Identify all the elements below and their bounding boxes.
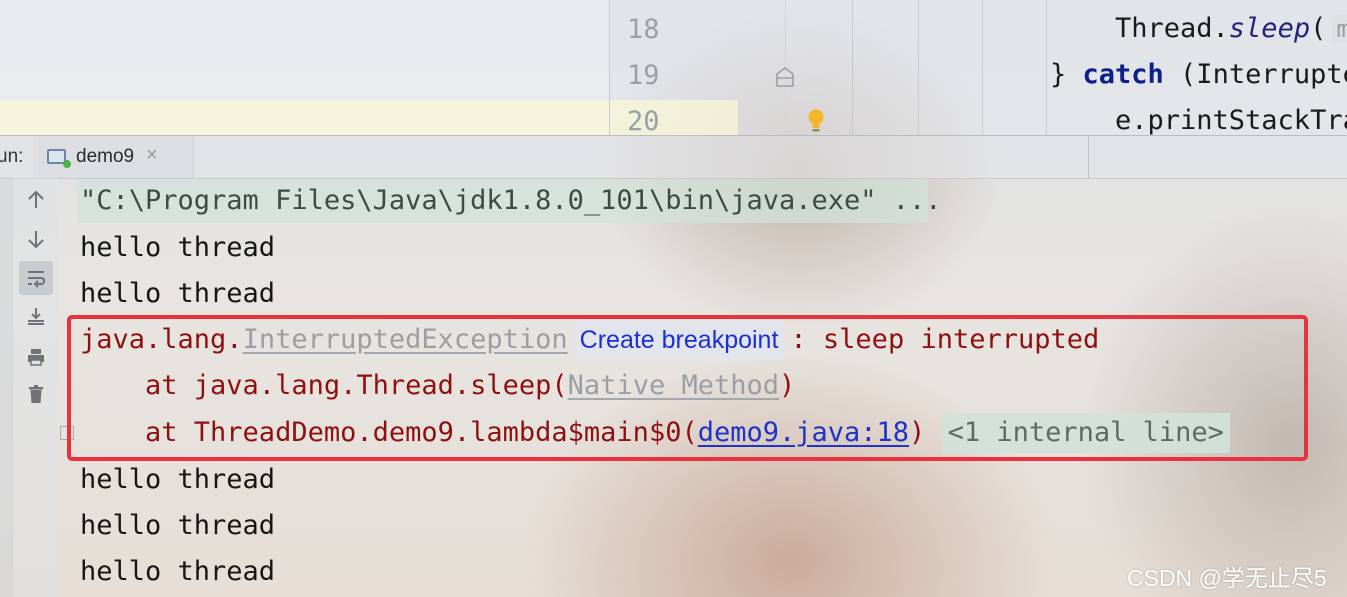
close-icon[interactable]: ×: [146, 144, 158, 167]
code-line-20: e.printStackTra: [1115, 105, 1347, 136]
trash-icon[interactable]: [19, 377, 53, 411]
scroll-to-end-icon[interactable]: [19, 299, 53, 333]
bookmark-icon[interactable]: [775, 66, 795, 92]
soft-wrap-icon[interactable]: [19, 261, 53, 295]
console-output-line: hello thread: [80, 278, 276, 309]
code-line-19: } catch (Interrupte: [1050, 59, 1347, 90]
code-line-18: Thread.sleep(m: [1115, 13, 1347, 44]
exception-highlight-frame: [67, 315, 1308, 461]
watermark: CSDN @学无止尽5: [1127, 565, 1327, 591]
console-output-line: hello thread: [80, 232, 276, 263]
run-label: un:: [0, 146, 24, 167]
bulb-icon[interactable]: [807, 108, 825, 138]
parameter-hint: m: [1332, 15, 1347, 43]
console-toolbar: [12, 177, 58, 597]
code-editor: 18 19 20 Thread.sleep(m } catch (Interru…: [0, 0, 1347, 137]
console-output-line: hello thread: [80, 510, 276, 541]
line-number: 18: [627, 14, 660, 45]
console-command-line: "C:\Program Files\Java\jdk1.8.0_101\bin\…: [80, 185, 942, 216]
run-tab-label: demo9: [76, 146, 135, 167]
console-output-line: hello thread: [80, 556, 276, 587]
print-icon[interactable]: [19, 340, 53, 374]
console-output-line: hello thread: [80, 464, 276, 495]
down-arrow-icon[interactable]: [19, 222, 53, 256]
run-tab-demo9[interactable]: demo9 ×: [33, 136, 194, 178]
editor-gutter: 18 19 20: [609, 0, 824, 137]
line-number: 19: [627, 60, 660, 91]
line-number: 20: [627, 106, 660, 137]
run-tool-window-header: un: demo9 ×: [0, 135, 1347, 179]
up-arrow-icon[interactable]: [19, 183, 53, 217]
running-indicator-icon: [63, 160, 71, 168]
divider: [1088, 136, 1089, 178]
